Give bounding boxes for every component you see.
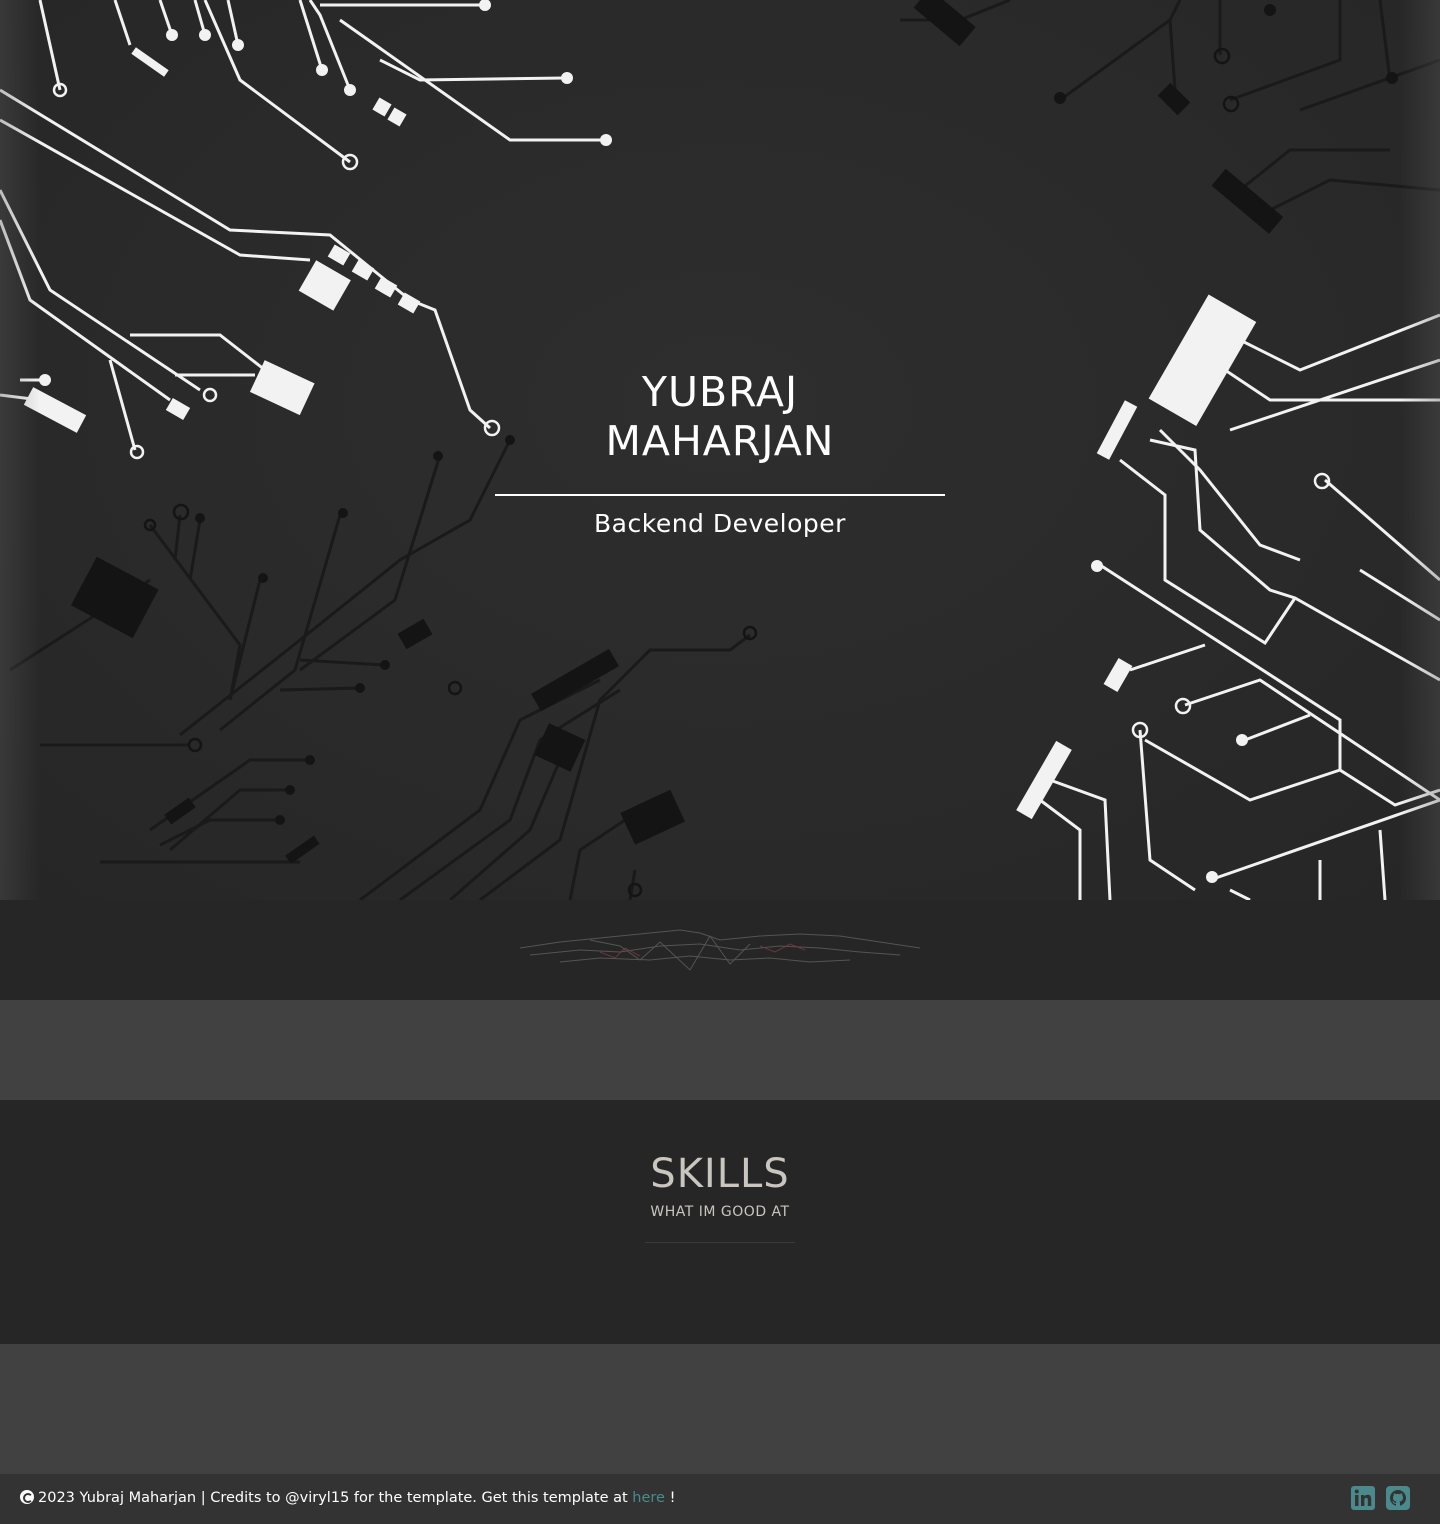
skills-divider <box>645 1242 795 1243</box>
hero-role: Backend Developer <box>594 509 846 538</box>
glitch-graphic <box>519 929 921 971</box>
template-link[interactable]: here <box>632 1490 665 1506</box>
hero-name-line2: MAHARJAN <box>605 417 835 465</box>
footer: 2023 Yubraj Maharjan | Credits to @viryl… <box>0 1474 1440 1524</box>
github-icon[interactable] <box>1385 1485 1411 1511</box>
spacer-section <box>0 1000 1440 1100</box>
skills-content-area <box>0 1344 1440 1474</box>
copyright-icon <box>20 1490 34 1504</box>
hero-name-line1: YUBRAJ <box>641 368 799 416</box>
hero-name: YUBRAJ MAHARJAN <box>0 368 1440 466</box>
skills-subtitle: WHAT IM GOOD AT <box>650 1204 790 1220</box>
skills-section: SKILLS WHAT IM GOOD AT <box>0 1100 1440 1344</box>
linkedin-icon[interactable] <box>1350 1485 1376 1511</box>
skills-title: SKILLS <box>650 1151 790 1197</box>
decorative-strip <box>0 900 1440 1000</box>
footer-credits-text: 2023 Yubraj Maharjan | Credits to @viryl… <box>38 1490 633 1506</box>
footer-credits: 2023 Yubraj Maharjan | Credits to @viryl… <box>20 1488 675 1508</box>
hero-divider <box>495 494 945 496</box>
hero-section: YUBRAJ MAHARJAN Backend Developer <box>0 0 1440 900</box>
footer-credits-end: ! <box>664 1490 676 1506</box>
